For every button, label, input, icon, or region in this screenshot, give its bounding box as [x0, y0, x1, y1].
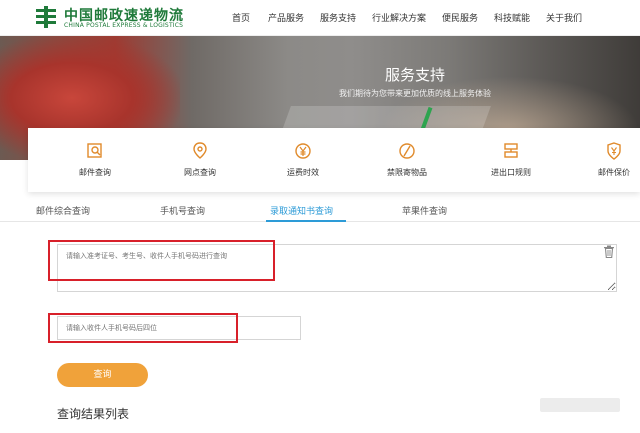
query-tabs: 邮件综合查询 手机号查询 录取通知书查询 苹果件查询: [0, 198, 640, 222]
service-label: 进出口规则: [491, 168, 531, 177]
main-nav: 首页 产品服务 服务支持 行业解决方案 便民服务 科技赋能 关于我们: [224, 0, 640, 36]
mail-search-icon: [87, 143, 102, 158]
nav-item-products[interactable]: 产品服务: [268, 11, 304, 24]
nav-item-technology[interactable]: 科技赋能: [494, 11, 530, 24]
banner-title: 服务支持: [384, 66, 445, 84]
location-pin-icon: [193, 142, 207, 159]
service-label: 运费时效: [287, 168, 319, 177]
trash-icon[interactable]: [603, 245, 615, 258]
nav-item-industry-solutions[interactable]: 行业解决方案: [372, 11, 426, 24]
logo-english-name: CHINA POSTAL EXPRESS & LOGISTICS: [64, 22, 184, 29]
nav-item-convenience[interactable]: 便民服务: [442, 11, 478, 24]
shield-yen-icon: [607, 142, 621, 160]
watermark: [540, 398, 620, 412]
brand-logo[interactable]: 中国邮政速递物流 CHINA POSTAL EXPRESS & LOGISTIC…: [34, 4, 204, 32]
tab-phone-query[interactable]: 手机号查询: [160, 204, 205, 217]
customs-icon: [504, 143, 518, 158]
highlight-box-textarea: [48, 240, 275, 281]
banner-subtitle: 我们期待为您带来更加优质的线上服务体验: [339, 89, 491, 98]
service-insured-mail[interactable]: 邮件保价: [569, 128, 640, 192]
highlight-box-input: [48, 313, 238, 343]
nav-item-home[interactable]: 首页: [232, 11, 250, 24]
service-import-export-rules[interactable]: 进出口规则: [466, 128, 556, 192]
nav-item-service-support[interactable]: 服务支持: [320, 11, 356, 24]
top-navigation-bar: 中国邮政速递物流 CHINA POSTAL EXPRESS & LOGISTIC…: [0, 0, 640, 36]
service-freight-time[interactable]: 运费时效: [258, 128, 348, 192]
tab-comprehensive-query[interactable]: 邮件综合查询: [36, 204, 90, 217]
active-tab-indicator: [266, 220, 346, 222]
yen-coin-icon: [295, 143, 311, 159]
service-prohibited-items[interactable]: 禁限寄物品: [362, 128, 452, 192]
china-post-logo-icon: [36, 6, 56, 28]
service-label: 禁限寄物品: [387, 168, 427, 177]
query-button[interactable]: 查询: [57, 363, 148, 387]
tab-admission-letter-query[interactable]: 录取通知书查询: [270, 204, 333, 217]
service-label: 邮件保价: [598, 168, 630, 177]
tab-apple-item-query[interactable]: 苹果件查询: [402, 204, 447, 217]
service-mail-query[interactable]: 邮件查询: [50, 128, 140, 192]
service-label: 网点查询: [184, 168, 216, 177]
prohibited-icon: [399, 143, 415, 159]
nav-item-about-us[interactable]: 关于我们: [546, 11, 582, 24]
service-shortcuts: 邮件查询 网点查询 运费时效 禁限寄物品 进出口规则 邮件保价: [28, 128, 640, 192]
results-list-title: 查询结果列表: [57, 407, 130, 421]
service-label: 邮件查询: [79, 168, 111, 177]
service-outlet-query[interactable]: 网点查询: [155, 128, 245, 192]
